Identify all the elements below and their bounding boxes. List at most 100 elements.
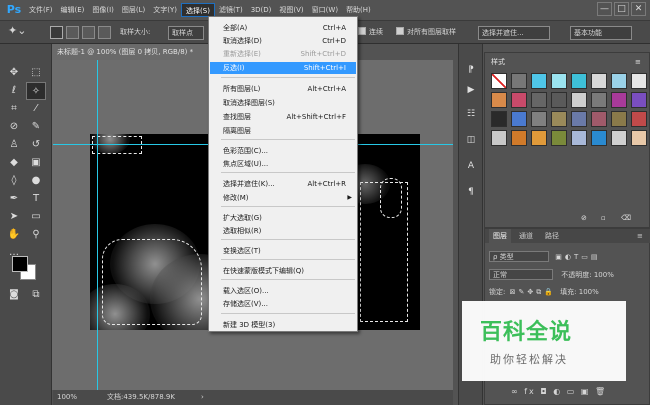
- menu-window[interactable]: 窗口(W): [308, 3, 342, 17]
- menu-3d[interactable]: 3D(D): [247, 3, 276, 17]
- delete-style-icon[interactable]: ⌫: [621, 211, 631, 225]
- menu-item-deselect[interactable]: 取消选择(D) Ctrl+D: [210, 35, 356, 47]
- menu-item-deselect-layers[interactable]: 取消选择图层(S): [210, 97, 356, 109]
- menu-item-select-all[interactable]: 全部(A) Ctrl+A: [210, 22, 356, 34]
- new-layer-icon[interactable]: ▣: [581, 387, 591, 396]
- menu-select[interactable]: 选择(S): [181, 3, 215, 17]
- eyedropper-tool-icon[interactable]: ⁄: [26, 100, 46, 118]
- adjustments-panel-icon[interactable]: ◫: [463, 132, 479, 148]
- menu-item-find-layers[interactable]: 查找图层 Alt+Shift+Ctrl+F: [210, 111, 356, 123]
- document-tab[interactable]: 未标题-1 @ 100% (图层 0 拷贝, RGB/8) *: [52, 44, 212, 60]
- layer-filter-select[interactable]: ρ 类型: [489, 251, 549, 262]
- menu-item-save-selection[interactable]: 存储选区(V)...: [210, 298, 356, 310]
- blur-tool-icon[interactable]: ◊: [4, 172, 24, 190]
- style-swatch[interactable]: [551, 130, 567, 146]
- style-swatch[interactable]: [571, 73, 587, 89]
- adjustment-layer-icon[interactable]: ◐: [553, 387, 562, 396]
- shape-tool-icon[interactable]: ▭: [26, 208, 46, 226]
- guide-line-vertical[interactable]: [97, 60, 98, 390]
- status-menu-arrow-icon[interactable]: ›: [201, 390, 204, 405]
- panel-menu-icon[interactable]: ≡: [635, 55, 641, 69]
- style-swatch[interactable]: [571, 130, 587, 146]
- intersect-selection-button[interactable]: [98, 26, 111, 39]
- style-swatch[interactable]: [631, 130, 647, 146]
- menu-item-load-selection[interactable]: 载入选区(O)...: [210, 285, 356, 297]
- zoom-level[interactable]: 100%: [57, 390, 77, 405]
- style-swatch[interactable]: [591, 111, 607, 127]
- opacity-value[interactable]: 100%: [594, 271, 614, 279]
- character-panel-icon[interactable]: A: [463, 158, 479, 174]
- style-swatch[interactable]: [511, 92, 527, 108]
- layer-style-icon[interactable]: fx: [524, 387, 536, 396]
- style-swatch[interactable]: [571, 92, 587, 108]
- style-swatch[interactable]: [571, 111, 587, 127]
- panel-menu-icon[interactable]: ≡: [633, 229, 647, 243]
- style-swatch[interactable]: [551, 92, 567, 108]
- menu-filter[interactable]: 滤镜(T): [215, 3, 247, 17]
- history-panel-icon[interactable]: ⁋: [463, 62, 479, 78]
- layer-mask-icon[interactable]: ◘: [540, 387, 548, 396]
- history-brush-tool-icon[interactable]: ↺: [26, 136, 46, 154]
- style-swatch[interactable]: [551, 111, 567, 127]
- eraser-tool-icon[interactable]: ◆: [4, 154, 24, 172]
- pen-tool-icon[interactable]: ✒: [4, 190, 24, 208]
- menu-type[interactable]: 文字(Y): [149, 3, 181, 17]
- lock-icons[interactable]: ⊠✎✥⧉🔒: [510, 288, 556, 296]
- menu-layer[interactable]: 图层(L): [118, 3, 149, 17]
- style-swatch[interactable]: [631, 111, 647, 127]
- menu-image[interactable]: 图像(I): [88, 3, 118, 17]
- foreground-color-swatch[interactable]: [12, 256, 28, 272]
- delete-layer-icon[interactable]: 🗑: [595, 387, 607, 396]
- new-selection-button[interactable]: [50, 26, 63, 39]
- menu-item-select-and-mask[interactable]: 选择并遮住(K)... Alt+Ctrl+R: [210, 178, 356, 190]
- style-swatch[interactable]: [611, 73, 627, 89]
- tab-layers[interactable]: 图层: [489, 229, 511, 243]
- menu-edit[interactable]: 编辑(E): [57, 3, 89, 17]
- style-swatch[interactable]: [631, 73, 647, 89]
- group-icon[interactable]: ▭: [567, 387, 577, 396]
- menu-item-similar[interactable]: 选取相似(R): [210, 225, 356, 237]
- style-swatch[interactable]: [611, 92, 627, 108]
- style-swatch[interactable]: [591, 73, 607, 89]
- menu-item-grow[interactable]: 扩大选取(G): [210, 212, 356, 224]
- style-swatch[interactable]: [511, 73, 527, 89]
- dodge-tool-icon[interactable]: ●: [26, 172, 46, 190]
- menu-view[interactable]: 视图(V): [275, 3, 307, 17]
- menu-item-reselect[interactable]: 重新选择(E) Shift+Ctrl+D: [210, 48, 356, 60]
- marquee-tool-icon[interactable]: ⬚: [26, 64, 46, 82]
- link-layers-icon[interactable]: ∞: [511, 387, 520, 396]
- style-swatch[interactable]: [491, 130, 507, 146]
- blend-mode-select[interactable]: 正常: [489, 269, 553, 280]
- menu-file[interactable]: 文件(F): [25, 3, 57, 17]
- filter-icons[interactable]: ▣◐T▭▤: [555, 253, 600, 261]
- menu-item-new-3d-extrusion[interactable]: 新建 3D 模型(3): [210, 319, 356, 331]
- zoom-tool-icon[interactable]: ⚲: [26, 226, 46, 244]
- lasso-tool-icon[interactable]: ℓ: [4, 82, 24, 100]
- style-swatch[interactable]: [511, 111, 527, 127]
- style-swatch[interactable]: [491, 111, 507, 127]
- menu-help[interactable]: 帮助(H): [342, 3, 375, 17]
- menu-item-isolate-layers[interactable]: 隔离图层: [210, 125, 356, 137]
- menu-item-transform-selection[interactable]: 变换选区(T): [210, 245, 356, 257]
- fill-value[interactable]: 100%: [579, 288, 599, 296]
- screen-mode-icon[interactable]: ⧉: [26, 286, 46, 304]
- actions-panel-icon[interactable]: ▶: [463, 82, 479, 98]
- crop-tool-icon[interactable]: ⌗: [4, 100, 24, 118]
- minimize-button[interactable]: —: [597, 2, 612, 16]
- tab-channels[interactable]: 通道: [515, 229, 537, 243]
- properties-panel-icon[interactable]: ☷: [463, 106, 479, 122]
- magic-wand-preset-icon[interactable]: ✦⌄: [8, 24, 26, 38]
- menu-item-focus-area[interactable]: 焦点区域(U)...: [210, 158, 356, 170]
- brush-tool-icon[interactable]: ✎: [26, 118, 46, 136]
- path-selection-tool-icon[interactable]: ➤: [4, 208, 24, 226]
- menu-item-color-range[interactable]: 色彩范围(C)...: [210, 145, 356, 157]
- type-tool-icon[interactable]: T: [26, 190, 46, 208]
- style-swatch[interactable]: [511, 130, 527, 146]
- move-tool-icon[interactable]: ✥: [4, 64, 24, 82]
- style-swatch[interactable]: [531, 73, 547, 89]
- workspace-select[interactable]: 基本功能: [570, 26, 632, 40]
- style-swatch[interactable]: [591, 92, 607, 108]
- clone-stamp-tool-icon[interactable]: ♙: [4, 136, 24, 154]
- style-swatch[interactable]: [611, 130, 627, 146]
- style-swatch[interactable]: [491, 92, 507, 108]
